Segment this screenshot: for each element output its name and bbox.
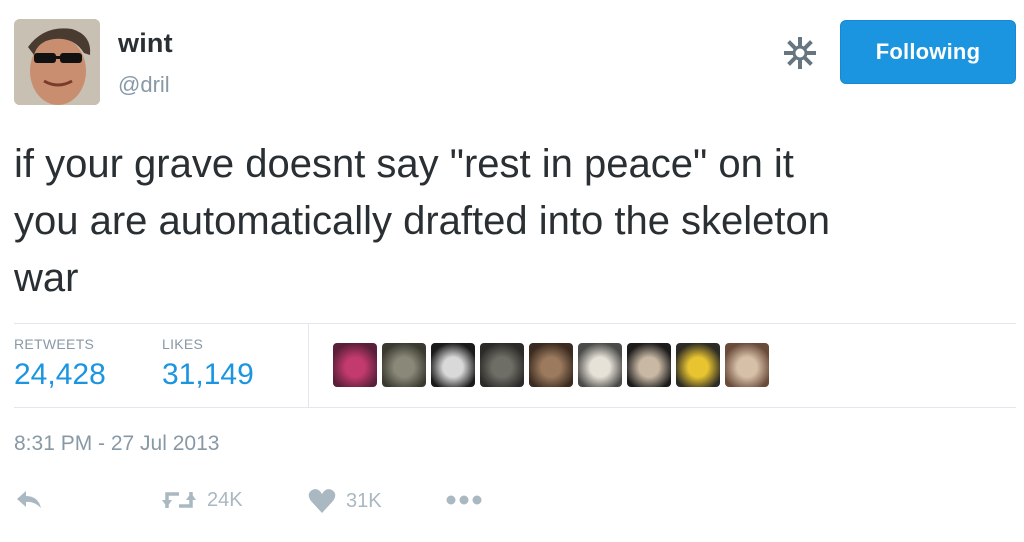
retweet-button[interactable]: 24K <box>161 488 243 512</box>
liker-avatar[interactable] <box>382 343 426 387</box>
like-count: 31K <box>346 489 382 512</box>
more-icon <box>446 495 482 505</box>
heart-icon <box>308 489 336 513</box>
avatar-image <box>14 19 100 105</box>
display-name[interactable]: wint <box>118 28 173 59</box>
reply-icon <box>17 491 41 508</box>
divider-bottom <box>14 407 1016 408</box>
more-button[interactable] <box>444 488 484 512</box>
liker-avatar[interactable] <box>333 343 377 387</box>
liker-avatar[interactable] <box>431 343 475 387</box>
likes-label: LIKES <box>162 336 204 352</box>
likers-list <box>333 343 769 387</box>
user-handle[interactable]: @dril <box>118 72 170 98</box>
stats-divider <box>308 323 309 407</box>
tweet-timestamp[interactable]: 8:31 PM - 27 Jul 2013 <box>14 432 219 456</box>
divider-top <box>14 323 1016 324</box>
reply-button[interactable] <box>14 488 44 512</box>
likes-value[interactable]: 31,149 <box>162 358 254 392</box>
tweet-line-3: war <box>14 256 79 300</box>
retweet-count: 24K <box>207 488 243 511</box>
tweet-line-1: if your grave doesnt say "rest in peace"… <box>14 142 794 186</box>
liker-avatar[interactable] <box>676 343 720 387</box>
tweet-text: if your grave doesnt say "rest in peace"… <box>14 136 1014 307</box>
following-button[interactable]: Following <box>840 20 1016 84</box>
liker-avatar[interactable] <box>627 343 671 387</box>
liker-avatar[interactable] <box>529 343 573 387</box>
liker-avatar[interactable] <box>480 343 524 387</box>
retweets-stat[interactable]: RETWEETS 24,428 <box>14 336 106 392</box>
tweet-line-2: you are automatically drafted into the s… <box>14 199 831 243</box>
avatar[interactable] <box>14 19 100 105</box>
retweets-value[interactable]: 24,428 <box>14 358 106 392</box>
likes-stat[interactable]: LIKES 31,149 <box>162 336 254 392</box>
like-button[interactable]: 31K <box>308 488 382 514</box>
retweet-icon <box>162 492 196 508</box>
liker-avatar[interactable] <box>725 343 769 387</box>
retweets-label: RETWEETS <box>14 336 95 352</box>
liker-avatar[interactable] <box>578 343 622 387</box>
gear-icon[interactable] <box>784 37 816 69</box>
